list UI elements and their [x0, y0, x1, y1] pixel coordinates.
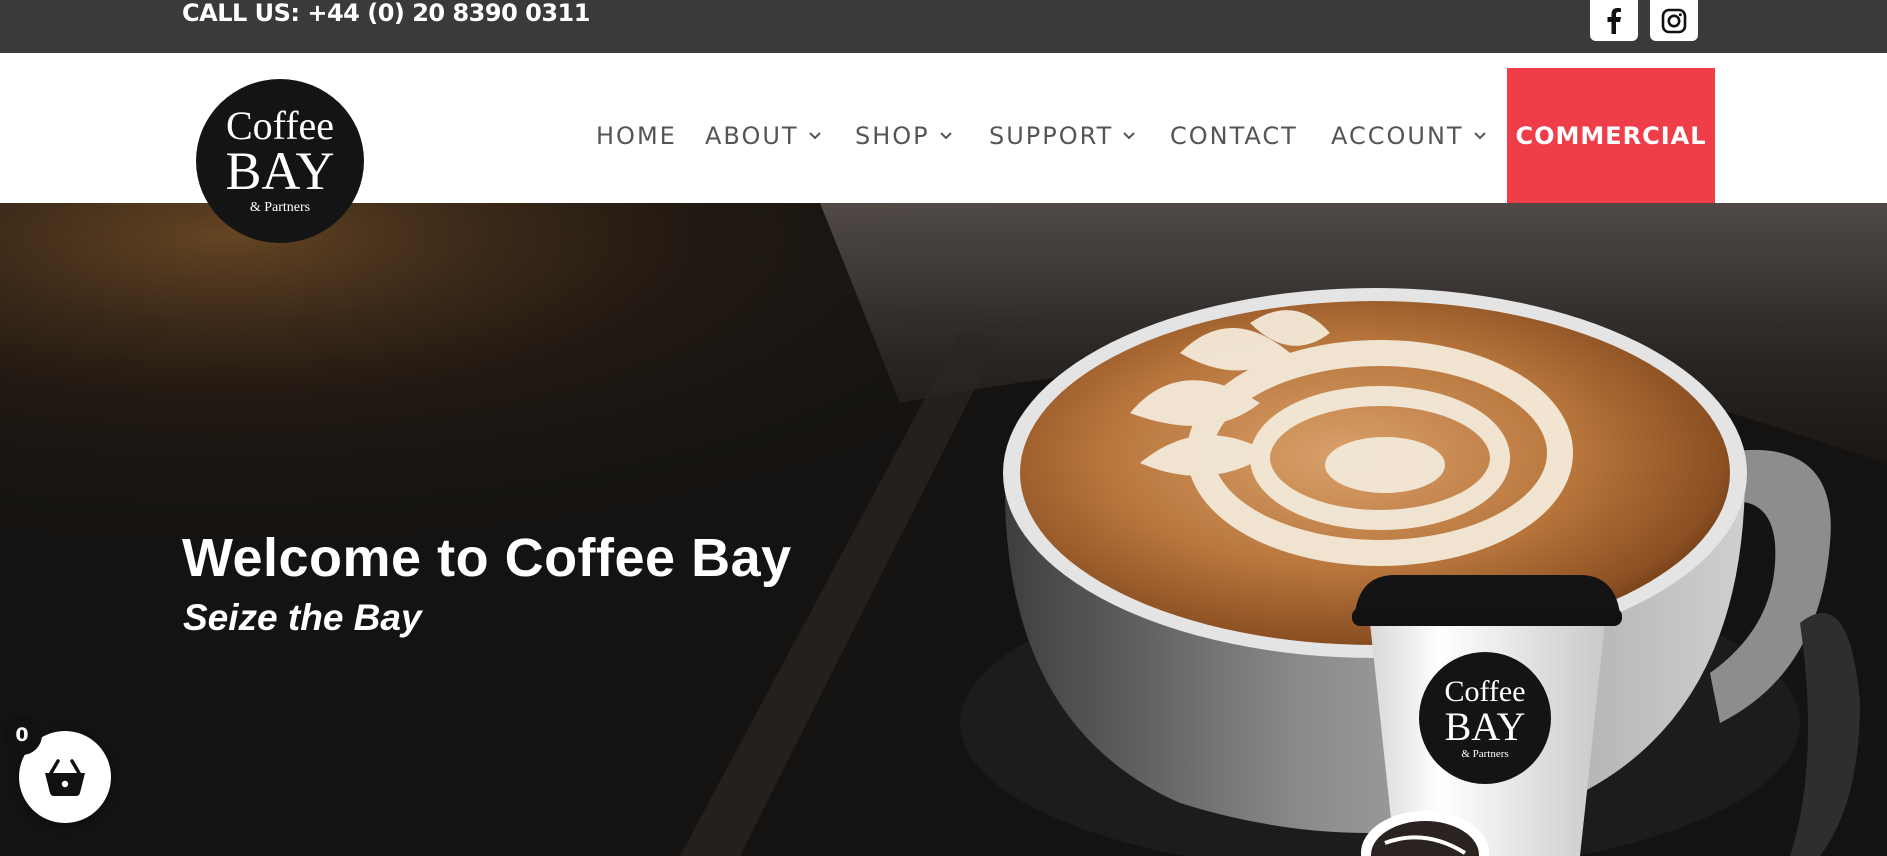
nav-account[interactable]: ACCOUNT [1331, 121, 1486, 151]
chevron-down-icon [939, 132, 952, 140]
nav-support[interactable]: SUPPORT [989, 121, 1135, 151]
svg-text:& Partners: & Partners [1461, 748, 1508, 760]
chevron-down-icon [1473, 132, 1486, 140]
nav-account-label: ACCOUNT [1331, 122, 1464, 150]
nav-shop[interactable]: SHOP [855, 121, 952, 151]
logo-text-bay: BAY [225, 141, 334, 201]
nav-home-label: HOME [596, 122, 677, 150]
facebook-link[interactable] [1590, 0, 1638, 41]
instagram-icon [1661, 8, 1687, 33]
facebook-icon [1607, 7, 1621, 34]
cart-count-badge: 0 [2, 715, 42, 755]
phone-number[interactable]: CALL US: +44 (0) 20 8390 0311 [182, 0, 590, 26]
logo-text-partners: & Partners [250, 200, 310, 215]
hero-title: Welcome to Coffee Bay [182, 528, 792, 588]
hero-banner: Coffee BAY & Partners Welcome to Coffee … [0, 203, 1887, 856]
nav-contact[interactable]: CONTACT [1170, 121, 1298, 151]
nav-support-label: SUPPORT [989, 122, 1114, 150]
site-header: Coffee BAY & Partners HOME ABOUT SHOP SU… [0, 53, 1887, 243]
nav-home[interactable]: HOME [596, 121, 677, 151]
basket-icon [45, 759, 85, 796]
instagram-link[interactable] [1650, 0, 1698, 41]
site-logo[interactable]: Coffee BAY & Partners [196, 79, 364, 243]
svg-text:BAY: BAY [1445, 704, 1526, 749]
nav-about[interactable]: ABOUT [705, 121, 821, 151]
nav-contact-label: CONTACT [1170, 122, 1298, 150]
chevron-down-icon [808, 132, 821, 140]
chevron-down-icon [1123, 132, 1135, 140]
hero-subtitle: Seize the Bay [183, 597, 422, 638]
nav-shop-label: SHOP [855, 122, 930, 150]
commercial-button[interactable]: COMMERCIAL [1507, 68, 1715, 203]
nav-about-label: ABOUT [705, 122, 799, 150]
top-bar: CALL US: +44 (0) 20 8390 0311 [0, 0, 1887, 53]
